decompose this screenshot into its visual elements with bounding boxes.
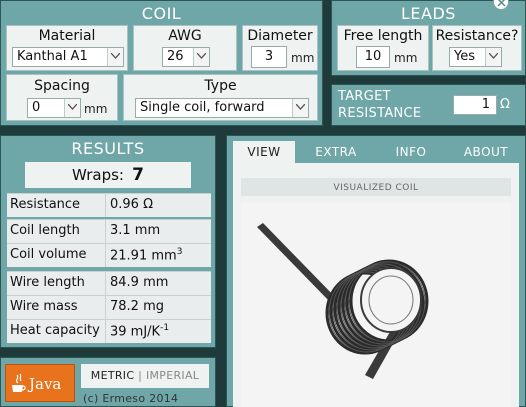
result-row-resistance: Resistance 0.96 Ω xyxy=(7,193,211,217)
spacing-unit: mm xyxy=(84,102,108,116)
chevron-down-icon xyxy=(485,48,501,66)
wraps-value: 7 xyxy=(132,165,144,185)
type-label: Type xyxy=(204,78,237,94)
wraps-label: Wraps: xyxy=(72,166,124,184)
results-panel: RESULTS Wraps: 7 Resistance 0.96 Ω Coil … xyxy=(0,135,216,348)
coil-illustration xyxy=(257,223,429,379)
free-length-box: Free length 10 mm xyxy=(337,25,429,71)
material-value: Kanthal A1 xyxy=(17,49,88,64)
result-key: Heat capacity xyxy=(10,323,100,338)
chevron-down-icon xyxy=(193,48,209,66)
spacing-label: Spacing xyxy=(34,78,90,94)
resistance-toggle-value: Yes xyxy=(454,49,475,64)
copyright: (c) Ermeso 2014 xyxy=(83,392,179,405)
target-resistance-panel: TARGET RESISTANCE 1 Ω xyxy=(331,84,526,126)
awg-select[interactable]: 26 xyxy=(162,47,210,67)
resistance-toggle-box: Resistance? Yes xyxy=(432,25,522,71)
chevron-down-icon xyxy=(292,99,308,117)
target-resistance-input[interactable]: 1 xyxy=(453,95,497,115)
tab-extra[interactable]: EXTRA xyxy=(305,141,367,163)
result-value: 78.2 mg xyxy=(110,299,164,314)
result-value: 0.96 Ω xyxy=(110,197,154,212)
footer-panel: Java METRIC | IMPERIAL (c) Ermeso 2014 xyxy=(0,357,216,407)
result-key: Resistance xyxy=(10,197,81,212)
result-row-coil-length: Coil length 3.1 mm xyxy=(7,219,211,243)
free-length-input[interactable]: 10 xyxy=(356,46,390,68)
diameter-box: Diameter 3 mm xyxy=(242,25,318,71)
spacing-box: Spacing 0 mm xyxy=(6,74,118,121)
awg-label: AWG xyxy=(168,28,202,44)
coil-panel: COIL Material Kanthal A1 AWG 26 Diameter… xyxy=(0,0,323,126)
java-cup-icon xyxy=(10,373,26,399)
units-toggle: METRIC | IMPERIAL xyxy=(81,364,209,388)
type-select[interactable]: Single coil, forward xyxy=(135,98,309,118)
spacing-select[interactable]: 0 xyxy=(27,98,81,118)
visual-content: VISUALIZED COIL xyxy=(233,163,519,407)
metric-button[interactable]: METRIC xyxy=(91,369,135,382)
chevron-down-icon xyxy=(64,99,80,117)
result-row-coil-volume: Coil volume 21.91 mm3 xyxy=(7,243,211,267)
diameter-input[interactable]: 3 xyxy=(251,46,287,68)
result-value: 84.9 mm xyxy=(110,275,169,290)
result-key: Coil length xyxy=(10,223,80,238)
diameter-unit: mm xyxy=(291,51,315,65)
result-sup: 3 xyxy=(176,247,183,257)
result-row-heat-capacity: Heat capacity 39 mJ/K-1 xyxy=(7,319,211,343)
result-value-with-sup: 21.91 mm3 xyxy=(110,247,182,263)
coil-title: COIL xyxy=(141,4,182,23)
result-row-wire-mass: Wire mass 78.2 mg xyxy=(7,295,211,319)
result-key: Wire length xyxy=(10,275,85,290)
result-value: 3.1 mm xyxy=(110,223,161,238)
target-label-line2: RESISTANCE xyxy=(338,106,422,121)
result-sup: -1 xyxy=(160,323,170,333)
tab-about[interactable]: ABOUT xyxy=(455,141,517,163)
java-label: Java xyxy=(29,375,62,393)
imperial-button[interactable]: IMPERIAL xyxy=(146,369,199,382)
visual-caption: VISUALIZED COIL xyxy=(333,183,419,193)
type-box: Type Single coil, forward xyxy=(123,74,318,121)
java-logo: Java xyxy=(5,364,75,402)
result-value-with-sup: 39 mJ/K-1 xyxy=(110,323,169,339)
diameter-label: Diameter xyxy=(247,28,313,44)
leads-panel: LEADS Free length 10 mm Resistance? Yes xyxy=(331,0,526,76)
result-value: 21.91 mm xyxy=(110,248,177,264)
awg-value: 26 xyxy=(167,49,184,64)
tab-info[interactable]: INFO xyxy=(380,141,442,163)
visual-caption-bar: VISUALIZED COIL xyxy=(241,178,511,196)
target-label-line1: TARGET xyxy=(338,89,391,104)
spacing-value: 0 xyxy=(32,100,41,115)
coil-canvas xyxy=(241,203,511,407)
free-length-unit: mm xyxy=(394,51,418,65)
result-key: Wire mass xyxy=(10,299,78,314)
results-title: RESULTS xyxy=(71,139,145,158)
wraps-box: Wraps: 7 xyxy=(25,162,191,188)
tab-view[interactable]: VIEW xyxy=(233,141,295,163)
chevron-down-icon xyxy=(107,48,123,66)
free-length-label: Free length xyxy=(343,28,423,44)
resistance-toggle-label: Resistance? xyxy=(435,28,519,44)
awg-box: AWG 26 xyxy=(133,25,237,71)
result-value: 39 mJ/K xyxy=(110,324,161,340)
material-box: Material Kanthal A1 xyxy=(6,25,128,71)
material-label: Material xyxy=(38,28,96,44)
units-separator: | xyxy=(138,369,143,382)
target-resistance-unit: Ω xyxy=(500,97,510,112)
result-key: Coil volume xyxy=(10,247,87,262)
type-value: Single coil, forward xyxy=(140,100,265,115)
result-row-wire-length: Wire length 84.9 mm xyxy=(7,271,211,295)
material-select[interactable]: Kanthal A1 xyxy=(12,47,124,67)
resistance-toggle-select[interactable]: Yes xyxy=(449,47,502,67)
